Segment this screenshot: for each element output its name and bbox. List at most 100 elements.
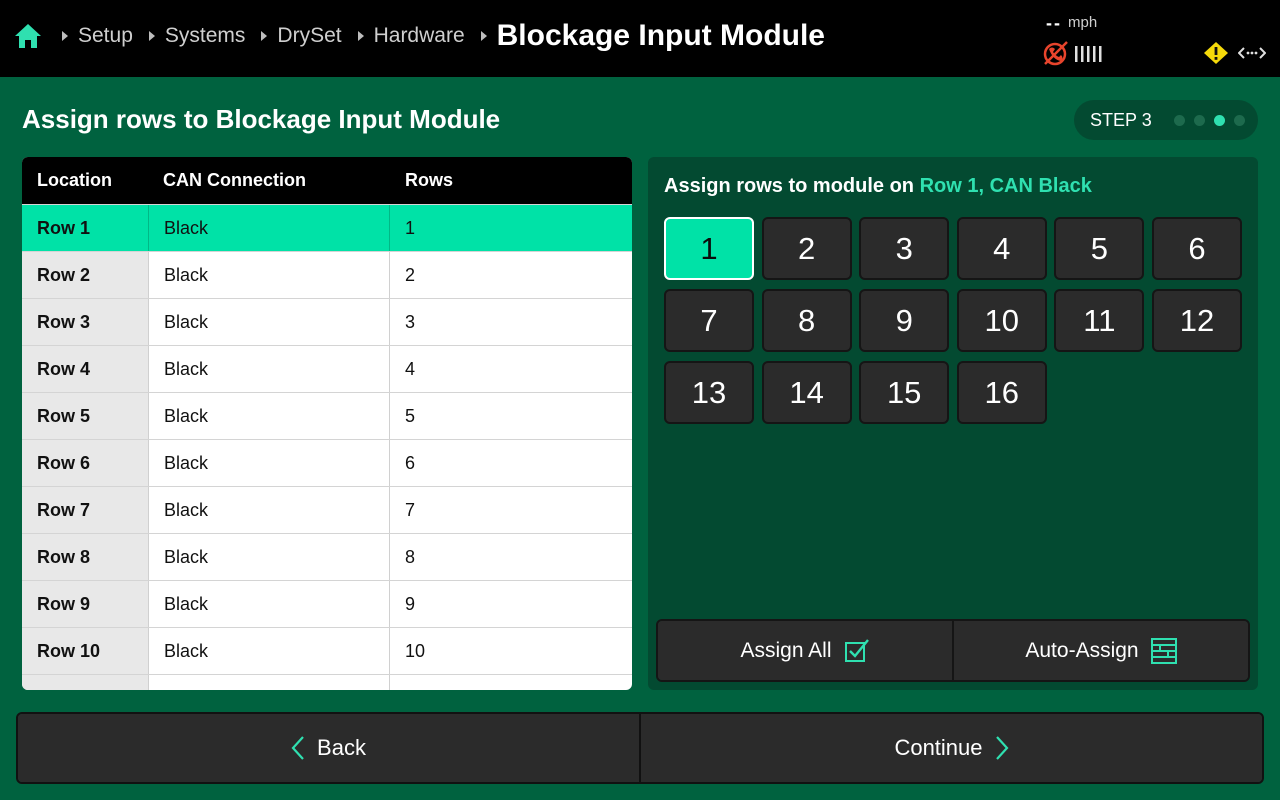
location-cell: Row 8 [22, 534, 148, 580]
table-row[interactable]: Row 2 Black 2 [22, 251, 632, 298]
back-button[interactable]: Back [18, 714, 639, 782]
row-button-6[interactable]: 6 [1152, 217, 1242, 280]
auto-assign-button[interactable]: Auto-Assign [952, 621, 1248, 680]
header-rows: Rows [405, 170, 454, 190]
header-location: Location [37, 170, 112, 190]
location-cell: Row 11 [22, 675, 148, 690]
rows-cell: 3 [405, 311, 416, 332]
row-button-9[interactable]: 9 [859, 289, 950, 352]
chevron-right-icon [995, 736, 1009, 760]
table-row[interactable]: Row 8 Black 8 [22, 533, 632, 580]
checkbox-check-icon [844, 638, 869, 662]
table-row[interactable]: Row 10 Black 10 [22, 627, 632, 674]
home-icon[interactable] [14, 22, 42, 50]
rows-cell: 1 [390, 205, 632, 251]
location-cell: Row 5 [22, 393, 148, 439]
location-cell: Row 1 [22, 205, 148, 251]
header-bar: Setup Systems DrySet Hardware Blockage I… [0, 0, 1280, 77]
breadcrumb-current: Blockage Input Module [479, 19, 825, 53]
table-body: Row 1 Black 1 Row 2 Black 2 Row 3 Black 3 Row 4 Bl… [22, 204, 632, 690]
breadcrumb: Setup Systems DrySet Hardware Blockage I… [60, 0, 825, 72]
row-button-15[interactable]: 15 [859, 361, 950, 424]
assign-all-button[interactable]: Assign All [658, 621, 952, 680]
rows-cell: 4 [405, 358, 416, 379]
table-row[interactable]: Row 6 Black 6 [22, 439, 632, 486]
step-label: STEP 3 [1090, 109, 1152, 130]
row-button-8[interactable]: 8 [761, 289, 852, 352]
can-connection-cell: Black [148, 299, 390, 345]
assign-panel: Assign rows to module on Row 1, CAN Blac… [648, 157, 1258, 690]
table-row[interactable]: Row 3 Black 3 [22, 298, 632, 345]
row-button-13[interactable]: 13 [664, 361, 754, 424]
breadcrumb-arrow-icon [148, 31, 155, 41]
assign-actions: Assign All Auto-Assign [656, 619, 1250, 682]
auto-assign-grid-icon [1150, 637, 1177, 664]
can-connection-cell: Black [148, 346, 390, 392]
table-row[interactable]: Row 1 Black 1 [22, 204, 632, 251]
step-dot-3-active [1213, 114, 1225, 126]
step-indicator: STEP 3 [1074, 100, 1258, 140]
table-row[interactable]: Row 4 Black 4 [22, 345, 632, 392]
row-button-14[interactable]: 14 [761, 361, 852, 424]
can-connection-cell: Black [148, 252, 390, 298]
table-row[interactable]: Row 7 Black 7 [22, 486, 632, 533]
bottom-navigation: Back Continue [16, 712, 1264, 784]
row-button-2[interactable]: 2 [761, 217, 852, 280]
section-title: Assign rows to Blockage Input Module [22, 104, 501, 134]
table-row[interactable]: Row 9 Black 9 [22, 580, 632, 627]
selected-location-label: Row 1, CAN Black [919, 175, 1092, 197]
table-row[interactable]: Row 11Black11 [22, 674, 632, 690]
continue-button[interactable]: Continue [639, 714, 1262, 782]
location-cell: Row 10 [22, 628, 148, 674]
row-button-4[interactable]: 4 [956, 217, 1047, 280]
location-cell: Row 7 [22, 487, 148, 533]
breadcrumb-arrow-icon [480, 31, 487, 41]
rows-cell: 9 [405, 593, 416, 614]
breadcrumb-item-systems[interactable]: Systems [147, 24, 260, 48]
rows-cell: 11 [390, 675, 632, 691]
location-cell: Row 9 [22, 581, 148, 627]
row-button-11[interactable]: 11 [1054, 289, 1145, 352]
connection-icon[interactable] [1238, 44, 1266, 62]
can-connection-cell: Black [148, 440, 390, 486]
row-button-12[interactable]: 12 [1152, 289, 1242, 352]
step-dot-1 [1173, 114, 1185, 126]
rows-cell: 8 [405, 546, 416, 567]
location-cell: Row 2 [22, 252, 148, 298]
signal-strength-icon [1075, 46, 1102, 62]
rows-cell: 5 [405, 405, 416, 426]
location-cell: Row 3 [22, 299, 148, 345]
speed-readout: -- mph [1046, 12, 1097, 33]
row-button-1[interactable]: 1 [664, 217, 754, 280]
warning-icon[interactable] [1204, 42, 1228, 64]
row-button-16[interactable]: 16 [956, 361, 1047, 424]
can-connection-cell: Black [148, 581, 390, 627]
row-button-7[interactable]: 7 [664, 289, 754, 352]
location-cell: Row 4 [22, 346, 148, 392]
header-can-connection: CAN Connection [163, 170, 306, 190]
row-assignment-table[interactable]: Location CAN Connection Rows Row 1 Black 1… [22, 157, 632, 690]
panel-heading: Assign rows to module on Row 1, CAN Blac… [664, 175, 1092, 197]
can-connection-cell: Black [148, 534, 390, 580]
step-dot-2 [1193, 114, 1205, 126]
table-row[interactable]: Row 5 Black 5 [22, 392, 632, 439]
row-button-5[interactable]: 5 [1054, 217, 1145, 280]
breadcrumb-item-hardware[interactable]: Hardware [356, 24, 479, 48]
row-button-3[interactable]: 3 [859, 217, 950, 280]
step-dot-4 [1233, 114, 1245, 126]
can-connection-cell: Black [148, 675, 390, 690]
table-header: Location CAN Connection Rows [22, 157, 632, 204]
can-connection-cell: Black [148, 628, 390, 674]
gps-alert-icon[interactable] [1043, 40, 1069, 66]
speed-value: -- [1046, 12, 1062, 33]
can-connection-cell: Black [148, 205, 390, 251]
breadcrumb-item-dryset[interactable]: DrySet [259, 24, 355, 48]
row-button-10[interactable]: 10 [956, 289, 1047, 352]
chevron-left-icon [291, 736, 304, 760]
breadcrumb-arrow-icon [261, 31, 268, 41]
breadcrumb-item-setup[interactable]: Setup [60, 24, 147, 48]
breadcrumb-arrow-icon [62, 31, 68, 41]
rows-cell: 6 [405, 452, 416, 473]
breadcrumb-arrow-icon [357, 31, 364, 41]
can-connection-cell: Black [148, 393, 390, 439]
